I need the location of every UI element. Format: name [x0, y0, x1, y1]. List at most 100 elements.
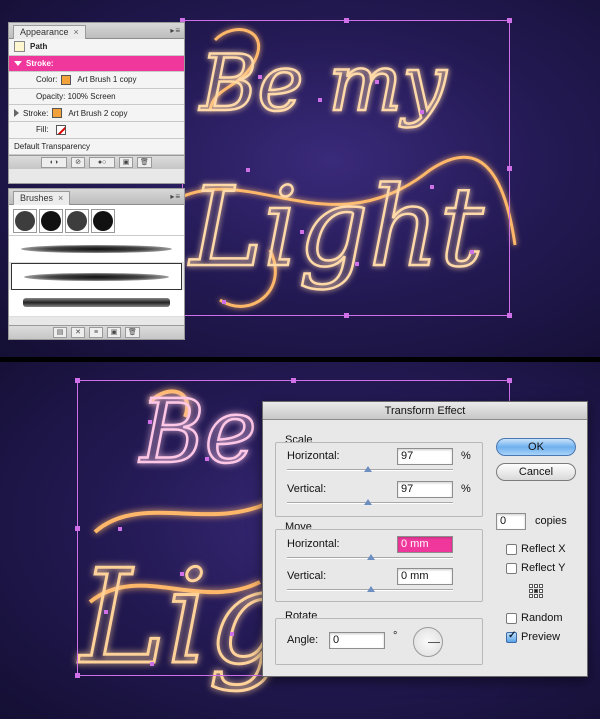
brushes-toolbar: ▤ ✕ ≡ ▣ 🗑 [9, 325, 184, 339]
scale-horizontal-label: Horizontal: [287, 450, 340, 462]
row-opacity[interactable]: Opacity: 100% Screen [9, 88, 184, 106]
reflect-y-checkbox[interactable] [506, 563, 517, 574]
selection-handle[interactable] [507, 18, 512, 23]
brushes-panel: Brushes × ▸≡ ▤ ✕ ≡ ▣ 🗑 [8, 188, 185, 340]
appearance-panel: Appearance × ▸≡ Path Stroke: Color: Art B… [8, 22, 185, 184]
selection-handle[interactable] [291, 378, 296, 383]
brush-stroke-preview [21, 245, 172, 253]
delete-item-icon[interactable]: 🗑 [137, 157, 152, 169]
remove-brush-stroke-icon[interactable]: ✕ [71, 327, 86, 338]
dialog-title: Transform Effect [263, 402, 587, 420]
rotate-angle-unit: ° [393, 630, 398, 642]
brush-swatch[interactable] [91, 209, 115, 233]
random-label: Random [521, 612, 563, 624]
selection-handle[interactable] [507, 313, 512, 318]
stroke2-label: Stroke: [23, 108, 49, 118]
disclosure-open-icon[interactable] [14, 60, 22, 66]
scale-vertical-field[interactable]: 97 [397, 481, 453, 498]
art-brush-1[interactable] [9, 236, 184, 263]
brush-stroke-preview [24, 272, 169, 281]
selection-handle[interactable] [75, 673, 80, 678]
move-vertical-field[interactable]: 0 mm [397, 568, 453, 585]
reference-point-icon[interactable] [529, 584, 543, 598]
stroke2-value: Art Brush 2 copy [68, 108, 128, 118]
row-transparency[interactable]: Default Transparency [9, 138, 184, 156]
selection-handle[interactable] [344, 313, 349, 318]
calligraphic-brushes [9, 205, 184, 236]
brush-libraries-icon[interactable]: ▤ [53, 327, 68, 338]
cancel-button[interactable]: Cancel [496, 463, 576, 481]
reflect-x-checkbox[interactable] [506, 544, 517, 555]
move-horizontal-slider-thumb[interactable] [367, 554, 375, 560]
stroke2-swatch[interactable] [52, 108, 63, 119]
selection-handle[interactable] [75, 378, 80, 383]
transparency-text: Default Transparency [14, 141, 91, 151]
color-swatch[interactable] [61, 74, 72, 85]
brush-stroke-preview [23, 298, 170, 307]
rotate-angle-field[interactable]: 0 [329, 632, 385, 649]
selection-handle[interactable] [344, 18, 349, 23]
selection-handle[interactable] [507, 378, 512, 383]
scale-vertical-slider-thumb[interactable] [364, 499, 372, 505]
selection-bounding-box-top[interactable] [180, 18, 512, 318]
row-stroke-2[interactable]: Stroke: Art Brush 2 copy [9, 105, 184, 122]
fill-none-swatch-icon[interactable] [56, 124, 67, 135]
path-label: Path [30, 42, 48, 52]
random-checkbox[interactable] [506, 613, 517, 624]
row-stroke-selected[interactable]: Stroke: [9, 55, 184, 73]
duplicate-item-icon[interactable]: ▣ [119, 157, 134, 169]
reflect-x-label: Reflect X [521, 543, 566, 555]
copies-label: copies [535, 515, 567, 527]
selection-handle[interactable] [507, 166, 512, 171]
rotate-angle-label: Angle: [287, 634, 319, 646]
row-path[interactable]: Path [9, 39, 184, 56]
fill-label: Fill: [36, 125, 49, 135]
tab-appearance[interactable]: Appearance × [13, 25, 86, 39]
new-art-icon[interactable]: ◐◑ [41, 157, 68, 169]
scale-horizontal-unit: % [461, 450, 471, 462]
new-brush-icon[interactable]: ▣ [107, 327, 122, 338]
copies-field[interactable]: 0 [496, 513, 526, 530]
clear-appearance-icon[interactable]: ⊘ [71, 157, 86, 169]
artboard-top: Be my Light Appearance × ▸≡ Path Stroke:… [0, 0, 600, 357]
transform-effect-dialog: Transform Effect Scale Horizontal: 97 % … [262, 401, 588, 677]
scale-horizontal-field[interactable]: 97 [397, 448, 453, 465]
appearance-tab-label: Appearance [20, 27, 69, 37]
delete-brush-icon[interactable]: 🗑 [125, 327, 140, 338]
row-color[interactable]: Color: Art Brush 1 copy [9, 72, 184, 89]
move-horizontal-field[interactable]: 0 mm [397, 536, 453, 553]
color-value: Art Brush 1 copy [77, 75, 137, 85]
panel-menu-icon[interactable]: ▸≡ [170, 192, 181, 201]
scale-vertical-label: Vertical: [287, 483, 327, 495]
disclosure-closed-icon[interactable] [14, 109, 19, 118]
brush-swatch[interactable] [13, 209, 37, 233]
preview-checkbox[interactable] [506, 630, 517, 643]
move-vertical-label: Vertical: [287, 570, 327, 582]
art-brush-3[interactable] [9, 290, 184, 317]
reduce-basic-icon[interactable]: ●○ [89, 157, 116, 169]
brushes-tab-label: Brushes [20, 193, 54, 203]
ok-button[interactable]: OK [496, 438, 576, 456]
brush-swatch[interactable] [65, 209, 89, 233]
appearance-tabbar: Appearance × ▸≡ [9, 23, 184, 39]
close-tab-icon[interactable]: × [74, 27, 79, 37]
brush-swatch[interactable] [39, 209, 63, 233]
panel-menu-icon[interactable]: ▸≡ [170, 26, 181, 35]
scale-horizontal-slider-thumb[interactable] [364, 466, 372, 472]
selection-handle[interactable] [75, 526, 80, 531]
appearance-toolbar: ◐◑ ⊘ ●○ ▣ 🗑 [9, 155, 184, 170]
art-brush-2-selected[interactable] [11, 263, 182, 290]
angle-dial[interactable] [413, 627, 443, 657]
reflect-y-label: Reflect Y [521, 562, 566, 574]
scale-vertical-unit: % [461, 483, 471, 495]
opacity-text: Opacity: 100% Screen [36, 92, 116, 102]
brush-options-icon[interactable]: ≡ [89, 327, 104, 338]
tab-brushes[interactable]: Brushes × [13, 191, 71, 205]
move-horizontal-label: Horizontal: [287, 538, 340, 550]
color-label: Color: [36, 75, 58, 85]
move-vertical-slider-thumb[interactable] [367, 586, 375, 592]
preview-label: Preview [521, 631, 561, 643]
row-fill[interactable]: Fill: [9, 121, 184, 139]
close-tab-icon[interactable]: × [58, 193, 63, 203]
path-thumbnail-icon [14, 41, 25, 53]
